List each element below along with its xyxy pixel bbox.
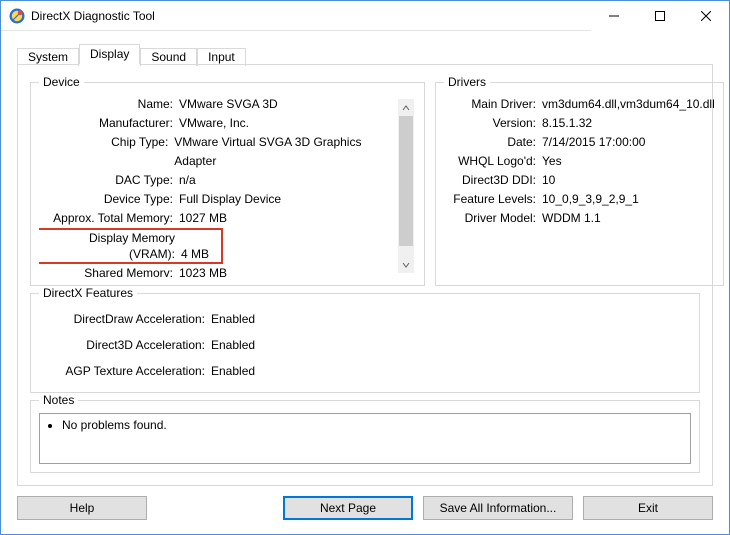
- dxfeat-agp-label: AGP Texture Acceleration:: [39, 358, 209, 384]
- device-scroll-area: Name:VMware SVGA 3D Manufacturer:VMware,…: [39, 95, 416, 277]
- device-chip-label: Chip Type:: [39, 133, 172, 171]
- driver-date-value: 7/14/2015 17:00:00: [540, 133, 645, 152]
- dxfeat-d3d-label: Direct3D Acceleration:: [39, 332, 209, 358]
- tab-display[interactable]: Display: [79, 44, 140, 65]
- device-totalmem-label: Approx. Total Memory:: [39, 209, 177, 228]
- driver-ddi-label: Direct3D DDI:: [444, 171, 540, 190]
- driver-date-row: Date:7/14/2015 17:00:00: [444, 133, 715, 152]
- device-manufacturer-row: Manufacturer:VMware, Inc.: [39, 114, 398, 133]
- device-vram-label: Display Memory (VRAM):: [41, 230, 179, 262]
- scroll-thumb[interactable]: [399, 116, 413, 246]
- driver-feat-value: 10_0,9_3,9_2,9_1: [540, 190, 639, 209]
- device-chip-value: VMware Virtual SVGA 3D Graphics Adapter: [172, 133, 398, 171]
- notes-textbox[interactable]: No problems found.: [39, 413, 691, 464]
- window-title: DirectX Diagnostic Tool: [31, 9, 155, 23]
- button-row: Help Next Page Save All Information... E…: [1, 486, 729, 534]
- device-totalmem-value: 1027 MB: [177, 209, 227, 228]
- dxfeat-d3d-row: Direct3D Acceleration:Enabled: [39, 332, 691, 358]
- driver-main-label: Main Driver:: [444, 95, 540, 114]
- device-sharedmem-value: 1023 MB: [177, 264, 227, 277]
- tab-panel-display: Device Name:VMware SVGA 3D Manufacturer:…: [17, 64, 713, 486]
- device-name-value: VMware SVGA 3D: [177, 95, 278, 114]
- device-totalmem-row: Approx. Total Memory:1027 MB: [39, 209, 398, 228]
- device-sharedmem-label: Shared Memory:: [39, 264, 177, 277]
- dxfeat-agp-value: Enabled: [209, 358, 255, 384]
- driver-whql-value: Yes: [540, 152, 562, 171]
- group-drivers: Drivers Main Driver:vm3dum64.dll,vm3dum6…: [435, 75, 724, 286]
- driver-whql-label: WHQL Logo'd:: [444, 152, 540, 171]
- group-device-legend: Device: [39, 75, 84, 89]
- device-name-label: Name:: [39, 95, 177, 114]
- device-manufacturer-label: Manufacturer:: [39, 114, 177, 133]
- dxfeat-agp-row: AGP Texture Acceleration:Enabled: [39, 358, 691, 384]
- dxfeat-directdraw-label: DirectDraw Acceleration:: [39, 306, 209, 332]
- minimize-button[interactable]: [591, 1, 637, 31]
- driver-feat-label: Feature Levels:: [444, 190, 540, 209]
- device-dac-value: n/a: [177, 171, 196, 190]
- device-dac-label: DAC Type:: [39, 171, 177, 190]
- driver-main-value: vm3dum64.dll,vm3dum64_10.dll: [540, 95, 715, 114]
- device-vram-value: 4 MB: [179, 246, 219, 262]
- dxfeat-directdraw-row: DirectDraw Acceleration:Enabled: [39, 306, 691, 332]
- driver-whql-row: WHQL Logo'd:Yes: [444, 152, 715, 171]
- driver-main-row: Main Driver:vm3dum64.dll,vm3dum64_10.dll: [444, 95, 715, 114]
- exit-button[interactable]: Exit: [583, 496, 713, 520]
- driver-model-row: Driver Model:WDDM 1.1: [444, 209, 715, 228]
- driver-ddi-value: 10: [540, 171, 555, 190]
- scroll-down-button[interactable]: [398, 256, 414, 273]
- driver-feat-row: Feature Levels:10_0,9_3,9_2,9_1: [444, 190, 715, 209]
- driver-version-row: Version:8.15.1.32: [444, 114, 715, 133]
- tab-strip: System Display Sound Input: [1, 31, 729, 64]
- help-button[interactable]: Help: [17, 496, 147, 520]
- group-notes-legend: Notes: [39, 393, 78, 407]
- maximize-button[interactable]: [637, 1, 683, 31]
- device-type-value: Full Display Device: [177, 190, 281, 209]
- device-manufacturer-value: VMware, Inc.: [177, 114, 249, 133]
- dxfeat-d3d-value: Enabled: [209, 332, 255, 358]
- driver-date-label: Date:: [444, 133, 540, 152]
- device-vram-highlight: Display Memory (VRAM):4 MB: [39, 228, 223, 264]
- device-type-label: Device Type:: [39, 190, 177, 209]
- device-name-row: Name:VMware SVGA 3D: [39, 95, 398, 114]
- driver-version-value: 8.15.1.32: [540, 114, 592, 133]
- app-icon: [9, 8, 25, 24]
- device-vram-row: Display Memory (VRAM):4 MB: [39, 228, 398, 264]
- group-notes: Notes No problems found.: [30, 393, 700, 473]
- save-all-button[interactable]: Save All Information...: [423, 496, 573, 520]
- scroll-track[interactable]: [398, 116, 414, 256]
- device-type-row: Device Type:Full Display Device: [39, 190, 398, 209]
- dxfeat-directdraw-value: Enabled: [209, 306, 255, 332]
- group-dxfeat-legend: DirectX Features: [39, 286, 137, 300]
- device-dac-row: DAC Type:n/a: [39, 171, 398, 190]
- scroll-up-button[interactable]: [398, 99, 414, 116]
- group-drivers-legend: Drivers: [444, 75, 490, 89]
- title-bar: DirectX Diagnostic Tool: [1, 1, 729, 31]
- device-chip-row: Chip Type:VMware Virtual SVGA 3D Graphic…: [39, 133, 398, 171]
- driver-model-label: Driver Model:: [444, 209, 540, 228]
- device-scrollbar[interactable]: [398, 99, 414, 273]
- group-device: Device Name:VMware SVGA 3D Manufacturer:…: [30, 75, 425, 286]
- next-page-button[interactable]: Next Page: [283, 496, 413, 520]
- device-sharedmem-row: Shared Memory:1023 MB: [39, 264, 398, 277]
- driver-ddi-row: Direct3D DDI:10: [444, 171, 715, 190]
- notes-item: No problems found.: [62, 418, 684, 432]
- group-directx-features: DirectX Features DirectDraw Acceleration…: [30, 286, 700, 393]
- close-button[interactable]: [683, 1, 729, 31]
- driver-version-label: Version:: [444, 114, 540, 133]
- driver-model-value: WDDM 1.1: [540, 209, 601, 228]
